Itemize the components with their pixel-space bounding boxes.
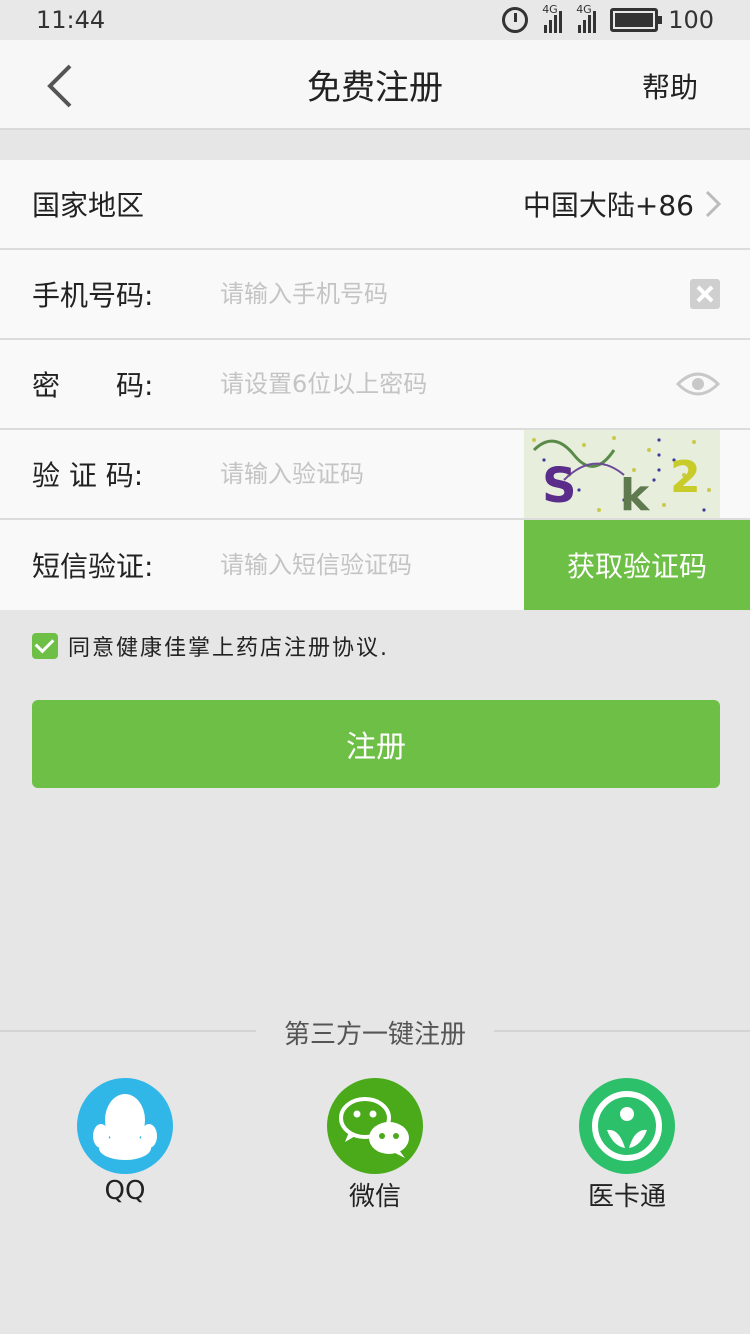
wechat-login[interactable]: 微信 xyxy=(305,1078,445,1213)
battery-icon xyxy=(610,8,663,32)
yikatong-icon xyxy=(579,1078,675,1174)
qq-icon xyxy=(77,1078,173,1174)
phone-label: 手机号码: xyxy=(32,279,154,312)
region-value: 中国大陆+86 xyxy=(522,189,694,222)
region-label: 国家地区 xyxy=(32,189,145,222)
captcha-image[interactable]: S k 2 xyxy=(524,430,720,518)
captcha-graphic: S k 2 xyxy=(532,436,711,518)
password-input[interactable] xyxy=(220,354,676,414)
register-screen: 11:44 4G 4G 100 免费注册 帮助 国家地区 中国大陆+86 手机号… xyxy=(0,0,750,1334)
signal-label: 4G xyxy=(542,3,558,16)
signal-label-2: 4G xyxy=(576,3,592,16)
captcha-char-3: 2 xyxy=(670,452,701,503)
region-selector[interactable]: 中国大陆+86 xyxy=(523,184,722,224)
sms-row: 短信验证: 获取验证码 xyxy=(0,520,750,610)
third-party-title: 第三方一键注册 xyxy=(283,1020,466,1050)
eye-icon[interactable] xyxy=(676,370,720,398)
wechat-label: 微信 xyxy=(348,1182,401,1212)
signal-icon: 4G xyxy=(542,3,563,33)
battery-level: 100 xyxy=(668,6,714,34)
help-button[interactable]: 帮助 xyxy=(642,66,698,106)
captcha-label: 验 证 码: xyxy=(32,459,144,492)
yikatong-label: 医卡通 xyxy=(587,1182,666,1212)
register-form: 国家地区 中国大陆+86 手机号码: 密 码: 验 证 码: xyxy=(0,160,750,610)
captcha-row: 验 证 码: S xyxy=(0,430,750,520)
qq-login[interactable]: QQ xyxy=(55,1078,195,1206)
phone-input[interactable] xyxy=(220,264,690,324)
captcha-char-1: S xyxy=(542,458,577,514)
get-sms-code-button[interactable]: 获取验证码 xyxy=(524,520,750,610)
alarm-icon xyxy=(502,7,529,33)
region-row[interactable]: 国家地区 中国大陆+86 xyxy=(0,160,750,250)
agreement-link[interactable]: 同意健康佳掌上药店注册协议. xyxy=(68,630,389,662)
third-party-divider: 第三方一键注册 xyxy=(0,1010,750,1050)
status-bar: 11:44 4G 4G 100 xyxy=(0,0,750,40)
yikatong-login[interactable]: 医卡通 xyxy=(557,1078,697,1213)
battery-indicator: 100 xyxy=(610,6,714,34)
page-title: 免费注册 xyxy=(307,67,443,108)
back-button[interactable] xyxy=(40,62,84,110)
nav-header: 免费注册 帮助 xyxy=(0,40,750,130)
signal-icon-2: 4G xyxy=(576,3,597,33)
password-row: 密 码: xyxy=(0,340,750,430)
qq-label: QQ xyxy=(104,1176,146,1206)
divider-line-right xyxy=(494,1030,750,1032)
wechat-icon xyxy=(327,1078,423,1174)
register-button[interactable]: 注册 xyxy=(32,700,720,788)
chevron-right-icon xyxy=(705,190,722,218)
captcha-char-2: k xyxy=(620,470,651,518)
password-label: 密 码: xyxy=(32,369,154,402)
clear-icon[interactable] xyxy=(690,279,720,309)
agreement-row: 同意健康佳掌上药店注册协议. xyxy=(32,630,389,662)
sms-label: 短信验证: xyxy=(32,550,154,583)
agreement-checkbox[interactable] xyxy=(32,633,58,659)
status-time: 11:44 xyxy=(36,6,106,34)
phone-row: 手机号码: xyxy=(0,250,750,340)
chevron-left-icon xyxy=(47,64,72,108)
